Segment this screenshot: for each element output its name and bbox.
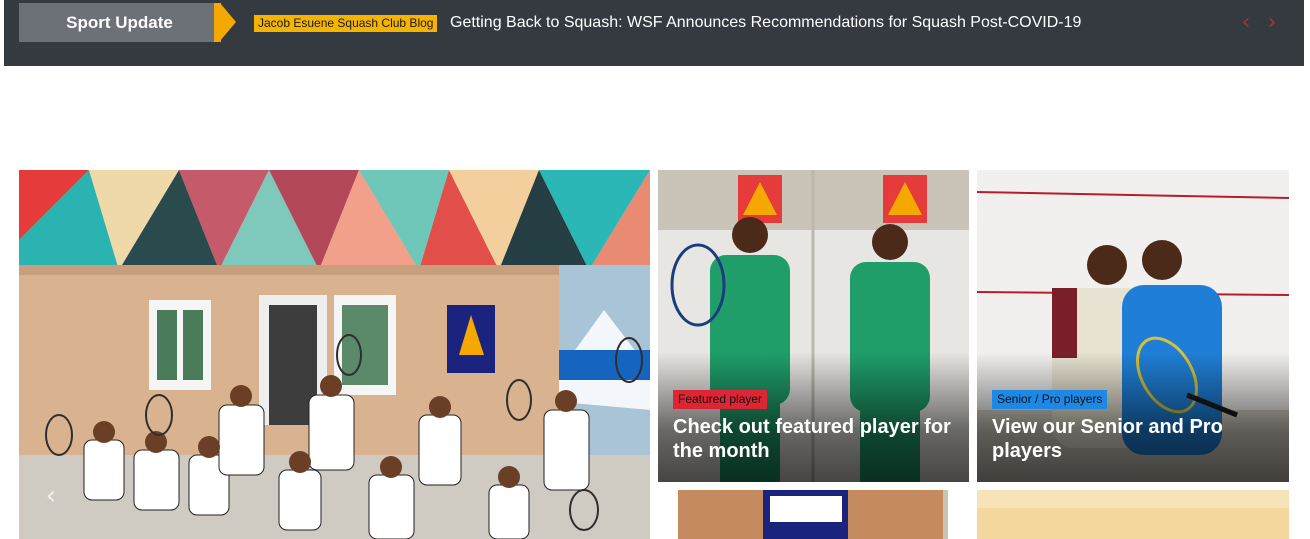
ticker-headline-link[interactable]: Getting Back to Squash: WSF Announces Re… <box>450 12 1081 34</box>
court-photo <box>977 490 1289 539</box>
featured-player-card[interactable]: Featured player Check out featured playe… <box>658 170 969 482</box>
hero-slider[interactable]: ‹ <box>19 170 650 539</box>
ticker-label: Sport Update <box>19 3 220 42</box>
sport-update-ticker: Sport Update Jacob Esuene Squash Club Bl… <box>4 0 1304 66</box>
club-card[interactable] <box>658 490 969 539</box>
chevron-right-icon[interactable]: › <box>1262 12 1282 34</box>
category-badge[interactable]: Senior / Pro players <box>992 390 1108 409</box>
senior-pro-card[interactable]: Senior / Pro players View our Senior and… <box>977 170 1289 482</box>
card-title[interactable]: View our Senior and Pro players <box>992 415 1277 463</box>
chevron-left-icon[interactable]: ‹ <box>1236 12 1256 34</box>
hero-photo <box>19 170 650 539</box>
chevron-left-icon[interactable]: ‹ <box>41 483 61 509</box>
ticker-label-arrow <box>220 3 236 41</box>
club-photo <box>658 490 969 539</box>
ticker-category-tag[interactable]: Jacob Esuene Squash Club Blog <box>254 15 438 32</box>
category-badge[interactable]: Featured player <box>673 390 768 409</box>
court-card[interactable] <box>977 490 1289 539</box>
card-title[interactable]: Check out featured player for the month <box>673 415 958 463</box>
